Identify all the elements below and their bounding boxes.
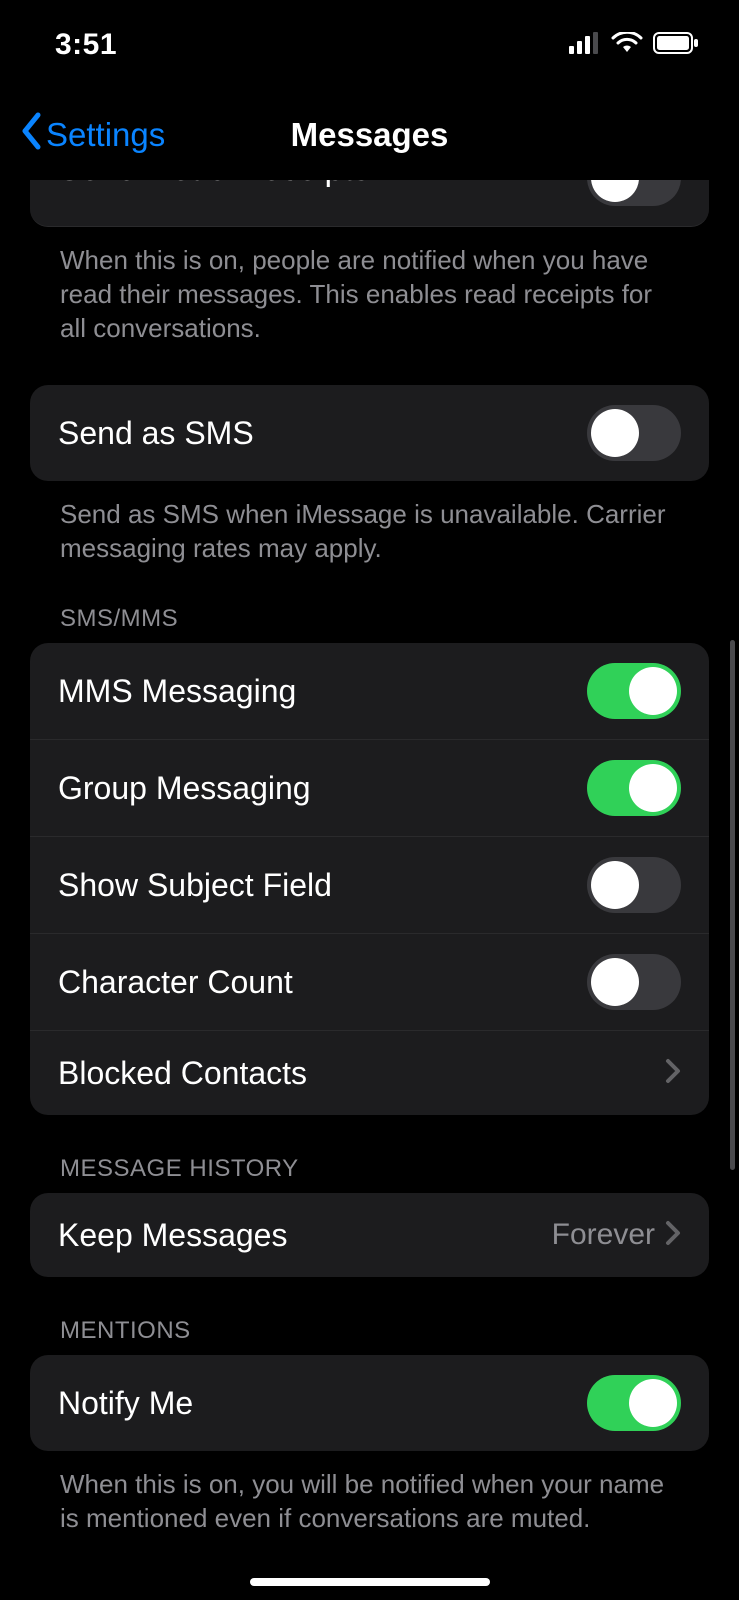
cellular-icon <box>569 32 601 59</box>
settings-content: Send Read Receipts When this is on, peop… <box>0 180 739 1600</box>
blocked-contacts-row[interactable]: Blocked Contacts <box>30 1031 709 1115</box>
section-header-smsmms: SMS/MMS <box>30 565 709 643</box>
mentions-group: Notify Me <box>30 1355 709 1451</box>
back-label: Settings <box>46 116 165 154</box>
scroll-indicator[interactable] <box>730 640 735 1170</box>
status-time: 3:51 <box>55 28 117 62</box>
show-subject-field-toggle[interactable] <box>587 857 681 913</box>
keep-messages-label: Keep Messages <box>58 1217 287 1254</box>
chevron-right-icon <box>665 1058 681 1089</box>
page-title: Messages <box>291 116 449 154</box>
show-subject-field-row[interactable]: Show Subject Field <box>30 837 709 934</box>
sms-mms-group: MMS Messaging Group Messaging Show Subje… <box>30 643 709 1115</box>
read-receipts-footer: When this is on, people are notified whe… <box>30 227 709 345</box>
wifi-icon <box>611 32 643 59</box>
home-indicator[interactable] <box>250 1578 490 1586</box>
blocked-contacts-label: Blocked Contacts <box>58 1055 307 1092</box>
group-messaging-row[interactable]: Group Messaging <box>30 740 709 837</box>
mentions-footer: When this is on, you will be notified wh… <box>30 1451 709 1535</box>
send-as-sms-footer: Send as SMS when iMessage is unavailable… <box>30 481 709 565</box>
send-read-receipts-row[interactable]: Send Read Receipts <box>30 180 709 227</box>
send-as-sms-row[interactable]: Send as SMS <box>30 385 709 481</box>
status-indicators <box>569 32 699 59</box>
send-as-sms-label: Send as SMS <box>58 415 254 452</box>
show-subject-field-label: Show Subject Field <box>58 867 332 904</box>
battery-icon <box>653 32 699 59</box>
section-header-mentions: MENTIONS <box>30 1277 709 1355</box>
keep-messages-row[interactable]: Keep Messages Forever <box>30 1193 709 1277</box>
notify-me-row[interactable]: Notify Me <box>30 1355 709 1451</box>
mms-messaging-label: MMS Messaging <box>58 673 296 710</box>
send-as-sms-group: Send as SMS <box>30 385 709 481</box>
character-count-label: Character Count <box>58 964 293 1001</box>
back-button[interactable]: Settings <box>20 112 165 158</box>
mms-messaging-toggle[interactable] <box>587 663 681 719</box>
character-count-row[interactable]: Character Count <box>30 934 709 1031</box>
chevron-right-icon <box>665 1220 681 1251</box>
send-read-receipts-toggle[interactable] <box>587 180 681 206</box>
keep-messages-value: Forever <box>552 1218 655 1252</box>
send-as-sms-toggle[interactable] <box>587 405 681 461</box>
send-read-receipts-label: Send Read Receipts <box>58 180 370 189</box>
section-header-history: MESSAGE HISTORY <box>30 1115 709 1193</box>
mms-messaging-row[interactable]: MMS Messaging <box>30 643 709 740</box>
message-history-group: Keep Messages Forever <box>30 1193 709 1277</box>
notify-me-label: Notify Me <box>58 1385 193 1422</box>
chevron-left-icon <box>20 112 42 158</box>
nav-bar: Settings Messages <box>0 90 739 180</box>
character-count-toggle[interactable] <box>587 954 681 1010</box>
group-messaging-toggle[interactable] <box>587 760 681 816</box>
status-bar: 3:51 <box>0 0 739 90</box>
notify-me-toggle[interactable] <box>587 1375 681 1431</box>
group-messaging-label: Group Messaging <box>58 770 311 807</box>
